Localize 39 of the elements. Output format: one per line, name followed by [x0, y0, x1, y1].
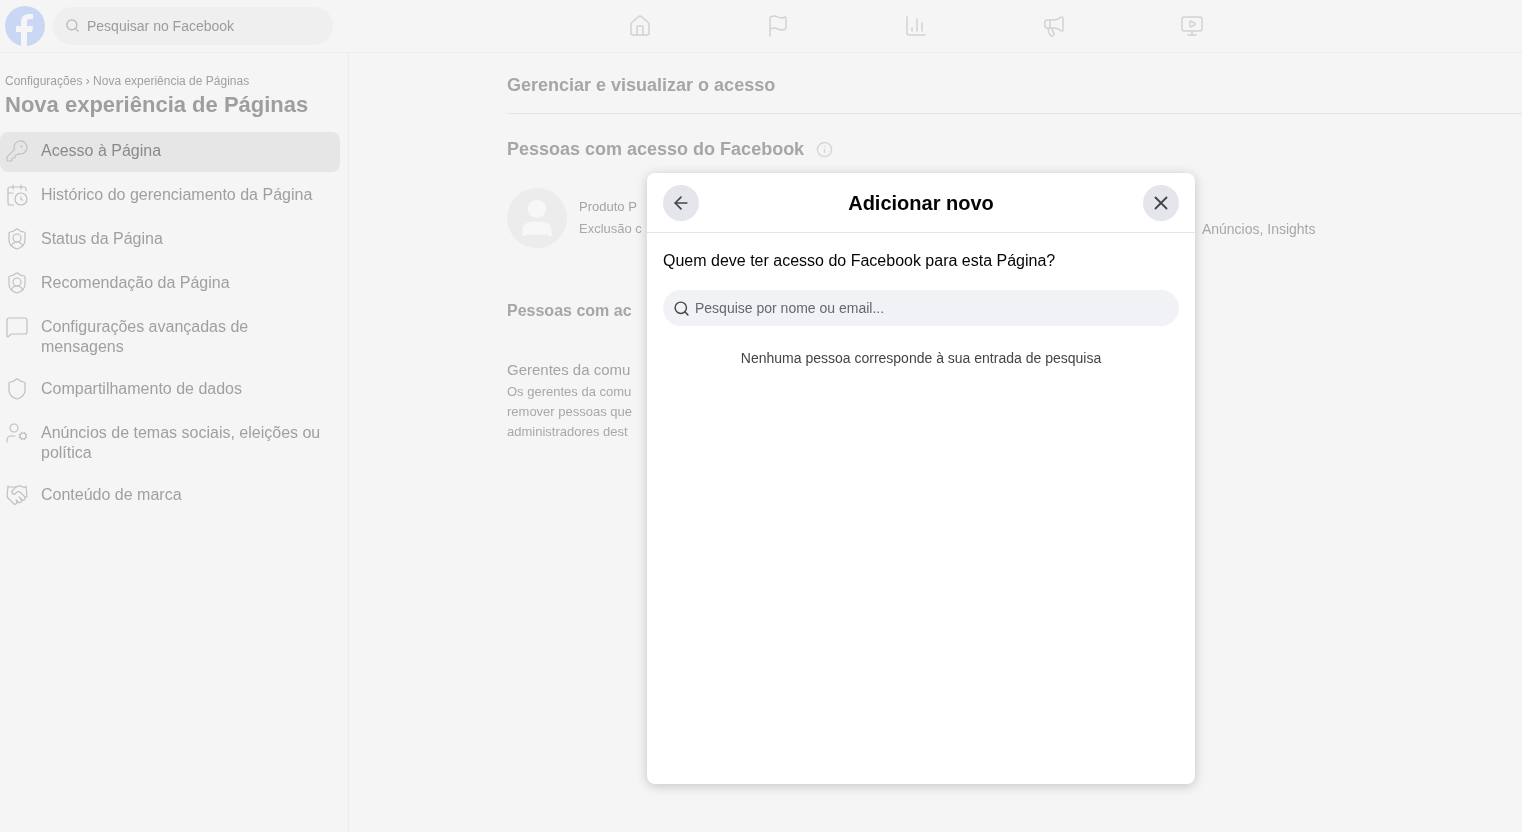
shield-person-icon — [5, 227, 29, 251]
logo-icon[interactable] — [5, 6, 45, 46]
sidebar-item[interactable]: Configurações avançadas de mensagens — [0, 308, 340, 366]
sidebar-item[interactable]: Anúncios de temas sociais, eleições ou política — [0, 414, 340, 472]
person-detail: Exclusão c — [579, 220, 642, 238]
key-icon — [5, 139, 29, 163]
shield-icon — [5, 377, 29, 401]
sidebar-title: Nova experiência de Páginas — [4, 91, 310, 119]
sidebar-item[interactable]: Compartilhamento de dados — [0, 370, 340, 410]
sidebar-item[interactable]: Status da Página — [0, 220, 340, 260]
empty-message: Nenhuma pessoa corresponde à sua entrada de pesquisa — [739, 349, 1103, 368]
sidebar-item[interactable]: Recomendação da Página — [0, 264, 340, 304]
search-field[interactable]: Pesquisar no Facebook — [53, 7, 333, 45]
close-button[interactable] — [1143, 184, 1179, 221]
description-line: Os gerentes da comu — [507, 382, 632, 401]
sidebar-item[interactable]: Histórico do gerenciamento da Página — [0, 176, 340, 216]
shield-person-icon — [5, 271, 29, 295]
person-permissions: Anúncios, Insights — [1201, 219, 1316, 239]
search-icon — [673, 300, 690, 317]
info-icon[interactable] — [816, 141, 834, 158]
description-line: remover pessoas que — [507, 402, 632, 421]
section-title: Pessoas com ac — [507, 301, 632, 321]
chat-bubble-icon — [5, 315, 29, 339]
dialog-question: Quem deve ter acesso do Facebook para esta Página? — [663, 251, 1057, 271]
section-subtitle: Gerentes da comu — [507, 360, 631, 380]
description-line: administradores dest — [507, 422, 628, 441]
dialog-title: Adicionar novo — [848, 190, 994, 216]
search-field[interactable]: Pesquise por nome ou email... — [663, 290, 1179, 326]
back-button[interactable] — [663, 184, 699, 221]
sidebar-item[interactable]: Conteúdo de marca — [0, 476, 340, 516]
breadcrumb: Configurações › Nova experiência de Páginas — [4, 73, 251, 90]
calendar-clock-icon — [5, 183, 29, 207]
person-name: Produto P — [579, 198, 637, 216]
search-icon — [65, 18, 80, 33]
person-gear-icon — [5, 421, 29, 445]
page-heading: Gerenciar e visualizar o acesso — [507, 74, 776, 97]
sidebar-item[interactable]: Acesso à Página — [0, 132, 340, 172]
handshake-icon — [5, 483, 29, 507]
section-title: Pessoas com acesso do Facebook — [507, 138, 805, 161]
